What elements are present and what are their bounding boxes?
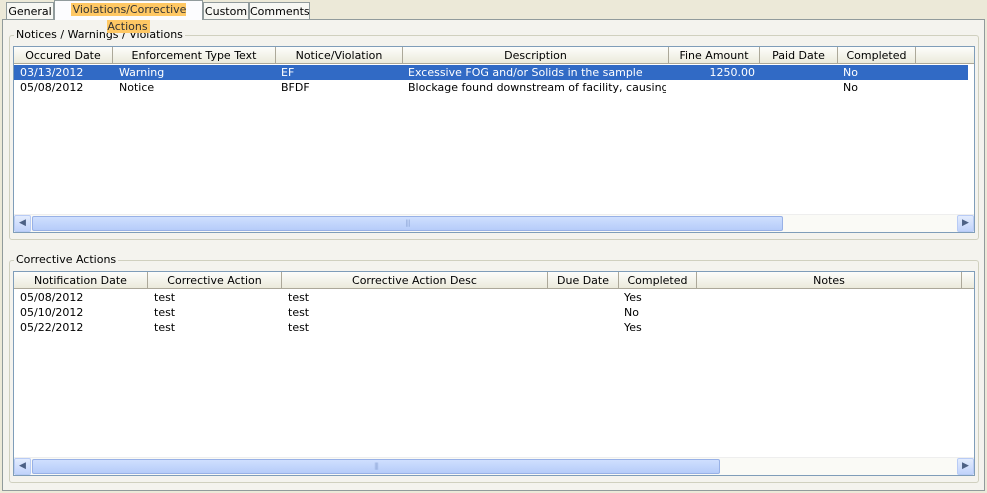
cell-completed: Yes [624,321,642,334]
tab-panel: Notices / Warnings / Violations Occured … [2,19,985,491]
notices-horizontal-scrollbar[interactable]: ◀ ||| ▶ [14,214,974,232]
cell-description: Excessive FOG and/or Solids in the sampl… [408,66,643,79]
column-header-filler [916,47,974,64]
column-header-occured-date[interactable]: Occured Date [14,47,113,64]
corrective-actions-group: Corrective Actions Notification Date Cor… [9,253,979,483]
cell-completed: No [843,66,858,79]
cell-notice-violation: BFDF [281,81,310,94]
cell-notice-violation: EF [281,66,295,79]
table-row[interactable]: 03/13/2012 Warning EF Excessive FOG and/… [14,65,968,80]
chevron-left-icon: ◀ [19,461,26,471]
table-row[interactable]: 05/08/2012 Notice BFDF Blockage found do… [14,80,968,95]
cell-corrective-action-desc: test [288,291,310,304]
column-header-fine-amount[interactable]: Fine Amount [669,47,760,64]
tab-custom[interactable]: Custom [203,2,249,19]
table-row[interactable]: 05/22/2012 test test Yes [14,320,968,335]
column-header-filler [962,272,974,289]
scroll-left-button[interactable]: ◀ [14,215,31,232]
table-row[interactable]: 05/10/2012 test test No [14,305,968,320]
cell-corrective-action-desc: test [288,306,310,319]
cell-enforcement-type: Notice [119,81,155,94]
cell-occured-date: 03/13/2012 [20,66,84,79]
column-header-description[interactable]: Description [403,47,669,64]
scroll-right-button[interactable]: ▶ [957,458,974,475]
column-header-paid-date[interactable]: Paid Date [760,47,838,64]
cell-completed: No [843,81,858,94]
cell-due-date [554,305,616,320]
notices-grid-header: Occured Date Enforcement Type Text Notic… [14,47,974,64]
column-header-completed[interactable]: Completed [838,47,916,64]
column-header-corrective-action-desc[interactable]: Corrective Action Desc [282,272,548,289]
cell-fine-amount [669,80,755,95]
notices-group-title: Notices / Warnings / Violations [14,28,185,42]
notices-grid[interactable]: Occured Date Enforcement Type Text Notic… [13,46,975,233]
cell-fine-amount: 1250.00 [709,66,756,79]
corrective-actions-grid[interactable]: Notification Date Corrective Action Corr… [13,271,975,476]
cell-occured-date: 05/08/2012 [20,81,84,94]
cell-corrective-action: test [154,321,176,334]
column-header-completed[interactable]: Completed [619,272,697,289]
scroll-thumb[interactable]: ||| [32,216,783,231]
cell-paid-date [765,80,835,95]
cell-corrective-action: test [154,291,176,304]
tab-violations-corrective-actions[interactable]: Violations/Corrective Actions [54,0,203,33]
cell-completed: No [624,306,639,319]
corrective-actions-group-title: Corrective Actions [14,253,119,267]
column-header-due-date[interactable]: Due Date [548,272,619,289]
cell-due-date [554,290,616,305]
cell-notes [703,290,958,305]
cell-enforcement-type: Warning [119,66,165,79]
corrective-horizontal-scrollbar[interactable]: ◀ ||| ▶ [14,457,974,475]
cell-completed: Yes [624,291,642,304]
cell-notes [703,305,958,320]
chevron-right-icon: ▶ [962,461,969,471]
cell-notification-date: 05/10/2012 [20,306,84,319]
scroll-right-button[interactable]: ▶ [957,215,974,232]
tab-general[interactable]: General [6,2,54,19]
table-row[interactable]: 05/08/2012 test test Yes [14,290,968,305]
scroll-thumb[interactable]: ||| [32,459,720,474]
cell-notes [703,320,958,335]
chevron-left-icon: ◀ [19,218,26,228]
cell-corrective-action: test [154,306,176,319]
tab-comments[interactable]: Comments [249,2,310,19]
cell-due-date [554,320,616,335]
corrective-grid-header: Notification Date Corrective Action Corr… [14,272,974,289]
column-header-notification-date[interactable]: Notification Date [14,272,148,289]
column-header-notice-violation[interactable]: Notice/Violation [276,47,403,64]
cell-paid-date [765,65,835,80]
cell-description: Blockage found downstream of facility, c… [408,81,666,94]
cell-notification-date: 05/08/2012 [20,291,84,304]
column-header-notes[interactable]: Notes [697,272,962,289]
cell-corrective-action-desc: test [288,321,310,334]
cell-notification-date: 05/22/2012 [20,321,84,334]
scroll-left-button[interactable]: ◀ [14,458,31,475]
notices-group: Notices / Warnings / Violations Occured … [9,28,979,240]
chevron-right-icon: ▶ [962,218,969,228]
column-header-corrective-action[interactable]: Corrective Action [148,272,282,289]
column-header-enforcement-type[interactable]: Enforcement Type Text [113,47,276,64]
